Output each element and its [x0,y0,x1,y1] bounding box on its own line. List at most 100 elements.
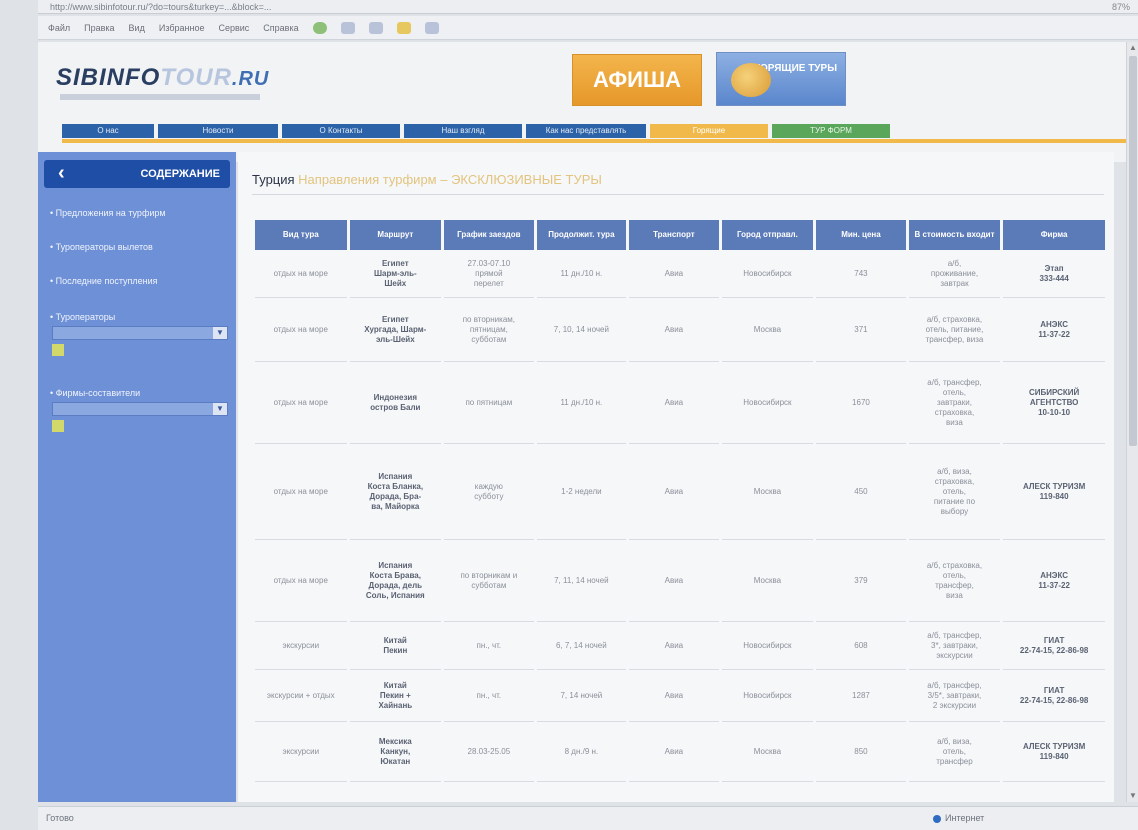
address-bar[interactable]: http://www.sibinfotour.ru/?do=tours&turk… [38,0,1138,14]
hot-tours-banner[interactable]: ГОРЯЩИЕ ТУРЫ [716,52,846,106]
table-cell: 608 [816,622,906,670]
menu-help[interactable]: Справка [263,16,298,40]
sidebar: ‹ СОДЕРЖАНИЕ • Предложения на турфирм • … [38,152,236,802]
table-row[interactable]: экскурсии + отдых Китай Пекин + Хайнань пн… [255,670,1105,722]
table-cell[interactable]: СИБИРСКИЙ АГЕНТСТВО 10-10-10 [1003,362,1105,444]
table-cell: экскурсии [255,622,347,670]
nav-item[interactable]: Наш взгляд [404,124,522,138]
table-cell: а/б, трансфер, 3/5*, завтраки, 2 экскурс… [908,670,1001,722]
table-cell: Китай Пекин [349,622,442,670]
nav-item[interactable]: Горящие [650,124,768,138]
nav-item[interactable]: ТУР ФОРМ [772,124,890,138]
afisha-banner[interactable]: АФИША [572,54,702,106]
column-header: График заездов [444,220,534,250]
table-cell: Мексика Канкун, Юкатан [349,722,442,782]
table-cell[interactable]: Этап 333-444 [1003,250,1105,298]
table-cell: по вторникам, пятницам, субботам [444,298,534,362]
table-cell: 743 [816,250,906,298]
tour-operator-select[interactable]: ▼ [52,326,228,340]
sidebar-item[interactable]: • Последние поступления [50,276,158,286]
column-header: Мин. цена [816,220,906,250]
filter-go-button[interactable] [52,420,64,432]
filter-go-button[interactable] [52,344,64,356]
table-cell[interactable]: ГИАТ 22-74-15, 22-86-98 [1003,622,1105,670]
search-icon[interactable] [368,21,383,34]
table-cell[interactable]: АЛЕСК ТУРИЗМ 119-840 [1003,722,1105,782]
menu-edit[interactable]: Правка [84,16,114,40]
firm-select[interactable]: ▼ [52,402,228,416]
table-cell: отдых на море [255,540,347,622]
nav-item[interactable]: О нас [62,124,154,138]
table-row[interactable]: отдых на море Египет Хургада, Шарм- эль-Ш… [255,298,1105,362]
site-logo[interactable]: SIBINFOTOUR.RU [56,64,269,92]
nav-item[interactable]: О Контакты [282,124,400,138]
table-header-row: Вид тура Маршрут График заездов Продолжит. … [255,220,1105,250]
scroll-up-icon[interactable]: ▲ [1127,42,1138,54]
table-cell: а/б, страховка, отель, питание, трансфер… [908,298,1001,362]
status-text: Готово [46,813,74,823]
column-header: В стоимость входит [908,220,1001,250]
table-cell[interactable]: ГИАТ 22-74-15, 22-86-98 [1003,670,1105,722]
scrollbar[interactable]: ▲ ▼ [1126,42,1138,802]
table-cell: Новосибирск [721,670,814,722]
table-cell: Москва [721,444,814,540]
table-body: отдых на море Египет Шарм-эль- Шейх 27.03-… [255,250,1105,782]
table-cell: пн., чт. [444,670,534,722]
history-icon[interactable] [424,21,439,34]
status-bar: Готово Интернет [38,806,1138,830]
table-row[interactable]: отдых на море Египет Шарм-эль- Шейх 27.03-… [255,250,1105,298]
site-header: SIBINFOTOUR.RU АФИША ГОРЯЩИЕ ТУРЫ О нас … [38,42,1138,162]
scroll-thumb[interactable] [1129,56,1137,446]
chevron-down-icon[interactable]: ▼ [213,403,227,415]
table-cell: Авиа [629,722,719,782]
table-cell: 7, 14 ночей [536,670,627,722]
back-icon[interactable] [312,21,327,34]
forward-icon[interactable] [340,21,355,34]
table-row[interactable]: отдых на море Испания Коста Бланка, Дорад… [255,444,1105,540]
table-cell: Египет Хургада, Шарм- эль-Шейх [349,298,442,362]
table-cell[interactable]: АЛЕСК ТУРИЗМ 119-840 [1003,444,1105,540]
chevron-down-icon[interactable]: ▼ [213,327,227,339]
menu-file[interactable]: Файл [48,16,70,40]
table-cell: экскурсии [255,722,347,782]
nav-item[interactable]: Новости [158,124,278,138]
table-cell: Авиа [629,298,719,362]
filter-label: • Туроператоры [50,312,116,322]
table-cell: а/б, виза, страховка, отель, питание по … [908,444,1001,540]
table-cell: а/б, проживание, завтрак [908,250,1001,298]
table-cell: 28.03-25.05 [444,722,534,782]
column-header: Вид тура [255,220,347,250]
table-row[interactable]: отдых на море Индонезия остров Бали по пят… [255,362,1105,444]
menu-favorites[interactable]: Избранное [159,16,205,40]
top-nav: О нас Новости О Контакты Наш взгляд Как … [62,124,890,138]
breadcrumb-country[interactable]: Турция [252,172,295,187]
table-cell: а/б, страховка, отель, трансфер, виза [908,540,1001,622]
menu-tools[interactable]: Сервис [218,16,249,40]
table-cell: Авиа [629,670,719,722]
table-cell: Индонезия остров Бали [349,362,442,444]
table-cell[interactable]: АНЭКС 11-37-22 [1003,540,1105,622]
table-cell: Китай Пекин + Хайнань [349,670,442,722]
scroll-down-icon[interactable]: ▼ [1127,790,1138,802]
nav-item[interactable]: Как нас представлять [526,124,646,138]
column-header: Фирма [1003,220,1105,250]
table-cell: по пятницам [444,362,534,444]
menu-view[interactable]: Вид [129,16,145,40]
table-cell: Москва [721,540,814,622]
table-cell: 371 [816,298,906,362]
sidebar-title: ‹ СОДЕРЖАНИЕ [44,160,230,188]
sidebar-item[interactable]: • Предложения на турфирм [50,208,166,218]
sidebar-item[interactable]: • Туроператоры вылетов [50,242,153,252]
zoom-level: 87% [1111,2,1130,12]
breadcrumb: Турция Направления турфирм – ЭКСКЛЮЗИВНЫ… [252,172,602,187]
table-row[interactable]: экскурсии Мексика Канкун, Юкатан 28.03-25.… [255,722,1105,782]
table-cell: а/б, трансфер, 3*, завтраки, экскурсии [908,622,1001,670]
table-cell[interactable]: АНЭКС 11-37-22 [1003,298,1105,362]
nav-divider [62,139,1138,143]
favorites-icon[interactable] [396,21,411,34]
table-cell: Авиа [629,622,719,670]
browser-menubar: Файл Правка Вид Избранное Сервис Справка [38,16,1138,40]
table-row[interactable]: отдых на море Испания Коста Брава, Дорада… [255,540,1105,622]
table-cell: 7, 10, 14 ночей [536,298,627,362]
table-row[interactable]: экскурсии Китай Пекин пн., чт. 6, 7, 14 ноч… [255,622,1105,670]
